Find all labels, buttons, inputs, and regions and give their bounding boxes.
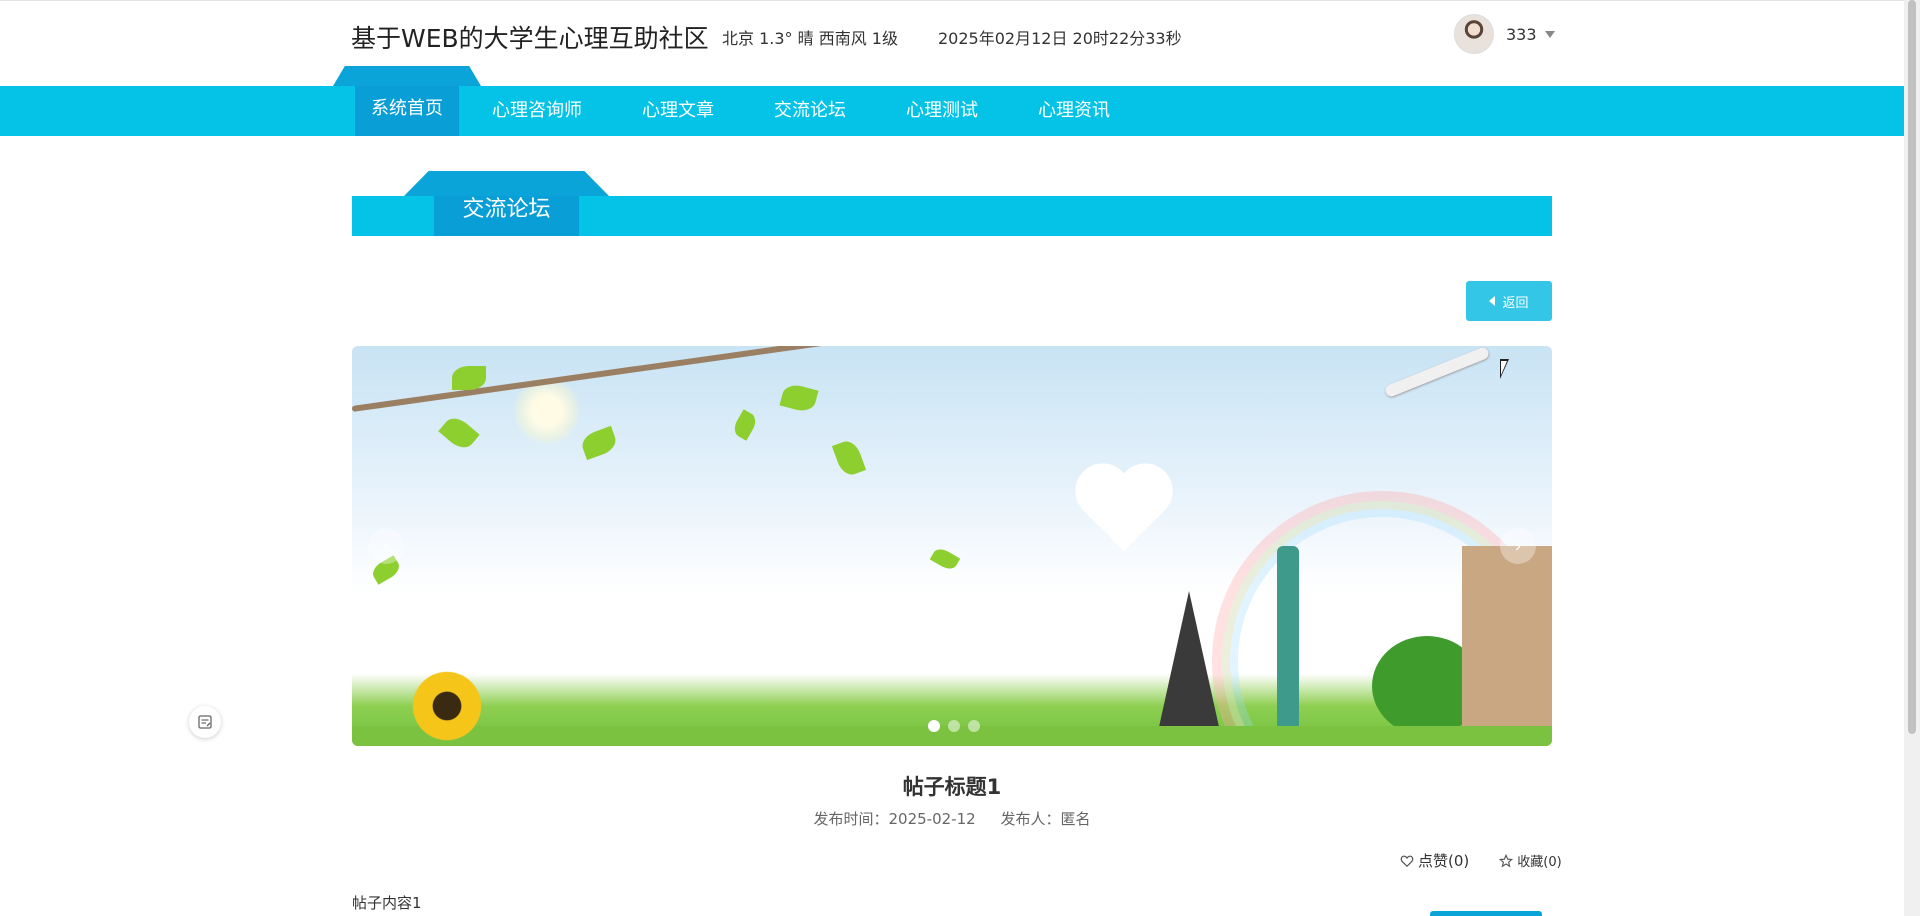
- leaf-graphic: [578, 425, 620, 461]
- nav-tab-top: [333, 66, 481, 86]
- scrollbar-thumb[interactable]: [1908, 0, 1916, 734]
- favorite-count: 收藏(0): [1517, 855, 1562, 870]
- leaf-graphic: [831, 437, 867, 479]
- caret-left-icon: [1489, 296, 1496, 306]
- branch-graphic: [352, 346, 907, 412]
- like-count: 点赞(0): [1418, 852, 1470, 870]
- edit-note-icon: [198, 715, 212, 729]
- carousel-dots: [924, 720, 984, 732]
- site-title: 基于WEB的大学生心理互助社区: [351, 24, 709, 53]
- statue-graphic: [1277, 546, 1299, 731]
- post-content: 帖子内容1: [352, 894, 422, 912]
- image-carousel[interactable]: ‹ ›: [352, 346, 1552, 746]
- carousel-dot[interactable]: [948, 720, 960, 732]
- nav-home-label[interactable]: 系统首页: [333, 94, 481, 120]
- star-icon: [1499, 853, 1514, 867]
- building-graphic: [1462, 546, 1552, 736]
- mouse-cursor-icon: [1500, 359, 1509, 379]
- leaf-graphic: [452, 366, 486, 390]
- section-title-tab: 交流论坛: [404, 171, 609, 236]
- leaf-graphic: [438, 412, 480, 454]
- carousel-prev-button[interactable]: ‹: [368, 528, 404, 564]
- heart-icon: [1400, 855, 1414, 867]
- caret-down-icon[interactable]: [1544, 30, 1555, 38]
- airplane-graphic: [1383, 346, 1491, 399]
- section-title: 交流论坛: [462, 197, 551, 222]
- carousel-dot[interactable]: [968, 720, 980, 732]
- post-publisher: 发布人：匿名: [1000, 810, 1091, 828]
- post-title: 帖子标题1: [902, 775, 1002, 799]
- back-button-label: 返回: [1502, 295, 1529, 311]
- page-scrollbar[interactable]: [1904, 0, 1920, 916]
- carousel-dot[interactable]: [928, 720, 940, 732]
- nav-item-forum[interactable]: 交流论坛: [774, 86, 846, 136]
- heart-cloud-graphic: [1074, 466, 1174, 556]
- eiffel-tower-graphic: [1157, 591, 1221, 736]
- nav-items: 心理咨询师 心理文章 交流论坛 心理测试 心理资讯: [462, 86, 1140, 136]
- leaf-graphic: [929, 545, 961, 573]
- leaf-graphic: [730, 409, 760, 441]
- nav-item-counselors[interactable]: 心理咨询师: [492, 86, 582, 136]
- leaf-graphic: [779, 382, 819, 414]
- like-button[interactable]: 点赞(0): [1400, 850, 1469, 871]
- nav-item-articles[interactable]: 心理文章: [642, 86, 714, 136]
- nav-item-news[interactable]: 心理资讯: [1038, 86, 1110, 136]
- sunflower-graphic: [412, 671, 482, 741]
- top-header: 基于WEB的大学生心理互助社区 北京 1.3° 晴 西南风 1级 2025年02…: [0, 0, 1904, 86]
- float-edit-button[interactable]: [189, 706, 221, 738]
- carousel-next-button[interactable]: ›: [1500, 528, 1536, 564]
- favorite-button[interactable]: 收藏(0): [1499, 851, 1562, 870]
- weather-info: 北京 1.3° 晴 西南风 1级: [722, 29, 898, 48]
- post-meta: 发布时间：2025-02-12 发布人：匿名: [352, 808, 1552, 829]
- back-button[interactable]: 返回: [1466, 281, 1552, 321]
- avatar[interactable]: [1454, 14, 1494, 54]
- post-actions: 点赞(0) 收藏(0): [1370, 850, 1562, 871]
- nav-item-tests[interactable]: 心理测试: [906, 86, 978, 136]
- user-name[interactable]: 333: [1506, 25, 1537, 44]
- bottom-action-button[interactable]: [1430, 911, 1542, 916]
- current-datetime: 2025年02月12日 20时22分33秒: [938, 29, 1182, 48]
- post-publish-time: 发布时间：2025-02-12: [813, 810, 976, 828]
- user-menu[interactable]: 333: [1454, 14, 1555, 54]
- nav-item-home[interactable]: 系统首页: [333, 66, 481, 136]
